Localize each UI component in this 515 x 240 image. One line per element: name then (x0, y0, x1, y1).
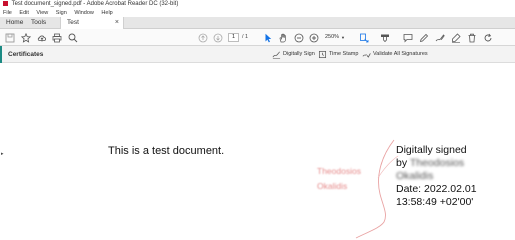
tab-document[interactable]: Test document_sig... × (60, 17, 124, 38)
validate-all-signatures-label: Validate All Signatures (373, 51, 428, 57)
window-titlebar: Test document_signed.pdf - Adobe Acrobat… (0, 0, 515, 9)
page-number-input[interactable]: 1 (228, 33, 239, 42)
menu-sign[interactable]: Sign (56, 10, 67, 16)
pen-icon[interactable] (418, 32, 429, 43)
hand-tool-icon[interactable] (277, 32, 288, 43)
comment-icon[interactable] (402, 32, 413, 43)
panel-expand-handle-icon[interactable]: ▸ (1, 151, 4, 157)
menu-view[interactable]: View (36, 10, 48, 16)
menu-edit[interactable]: Edit (19, 10, 28, 16)
signature-date-line: Date: 2022.02.01 (396, 183, 477, 195)
validate-all-signatures-button[interactable]: Validate All Signatures (362, 46, 428, 63)
draw-freehand-icon[interactable] (434, 32, 445, 43)
window-title: Test document_signed.pdf - Adobe Acrobat… (11, 1, 179, 7)
zoom-level-value: 250% (325, 34, 340, 40)
upload-cloud-icon[interactable] (36, 32, 47, 43)
menu-bar: File Edit View Sign Window Help (0, 9, 515, 17)
menu-help[interactable]: Help (101, 10, 112, 16)
highlight-marker-icon[interactable] (379, 32, 390, 43)
menu-window[interactable]: Window (74, 10, 94, 16)
zoom-level-dropdown[interactable]: 250% ▼ (322, 33, 347, 42)
validate-signature-icon (362, 53, 371, 58)
zoom-out-icon[interactable] (293, 32, 304, 43)
time-stamp-label: Time Stamp (329, 51, 359, 57)
fit-page-icon[interactable] (358, 32, 369, 43)
trash-icon[interactable] (466, 32, 477, 43)
rotate-icon[interactable] (482, 32, 493, 43)
select-cursor-icon[interactable] (262, 32, 273, 43)
signature-time-line: 13:58:49 +02'00' (396, 196, 474, 208)
signature-line-by: by Theodosios (396, 157, 464, 170)
main-toolbar: 1 / 1 250% ▼ (0, 29, 515, 46)
clock-icon (318, 50, 327, 59)
signature-background-name-last: Okalidis (317, 181, 348, 191)
close-tab-icon[interactable]: × (115, 17, 119, 29)
print-icon[interactable] (51, 32, 62, 43)
document-body-text: This is a test document. (108, 145, 225, 157)
tab-tools[interactable]: Tools (31, 17, 46, 29)
signature-signer-first-name: Theodosios (409, 157, 465, 169)
time-stamp-button[interactable]: Time Stamp (318, 46, 358, 63)
tab-home[interactable]: Home (6, 17, 23, 29)
certificates-label: Certificates (8, 51, 44, 58)
page-up-icon[interactable] (197, 32, 208, 43)
signature-panel-bar: Certificates Digitally Sign Time Stamp V… (0, 46, 515, 63)
page-down-icon[interactable] (212, 32, 223, 43)
signature-signer-last-name: Okalidis (396, 170, 434, 182)
menu-file[interactable]: File (3, 10, 12, 16)
signature-by-prefix: by (396, 157, 408, 169)
tab-bar: Home Tools Test document_sig... × (0, 17, 515, 38)
panel-accent-stripe (0, 46, 2, 63)
save-icon[interactable] (4, 32, 15, 43)
signature-line-digitally-signed: Digitally signed (396, 144, 467, 156)
zoom-in-icon[interactable] (308, 32, 319, 43)
digital-sign-icon (272, 51, 281, 59)
digitally-sign-button[interactable]: Digitally Sign (272, 46, 315, 63)
signature-stroke-graphic (355, 139, 399, 239)
chevron-down-icon: ▼ (341, 35, 345, 40)
sign-pen-icon[interactable] (450, 32, 461, 43)
digitally-sign-label: Digitally Sign (283, 51, 315, 57)
page-total: / 1 (242, 34, 249, 40)
search-icon[interactable] (67, 32, 78, 43)
bookmark-star-icon[interactable] (20, 32, 31, 43)
acrobat-app-icon (3, 0, 8, 6)
